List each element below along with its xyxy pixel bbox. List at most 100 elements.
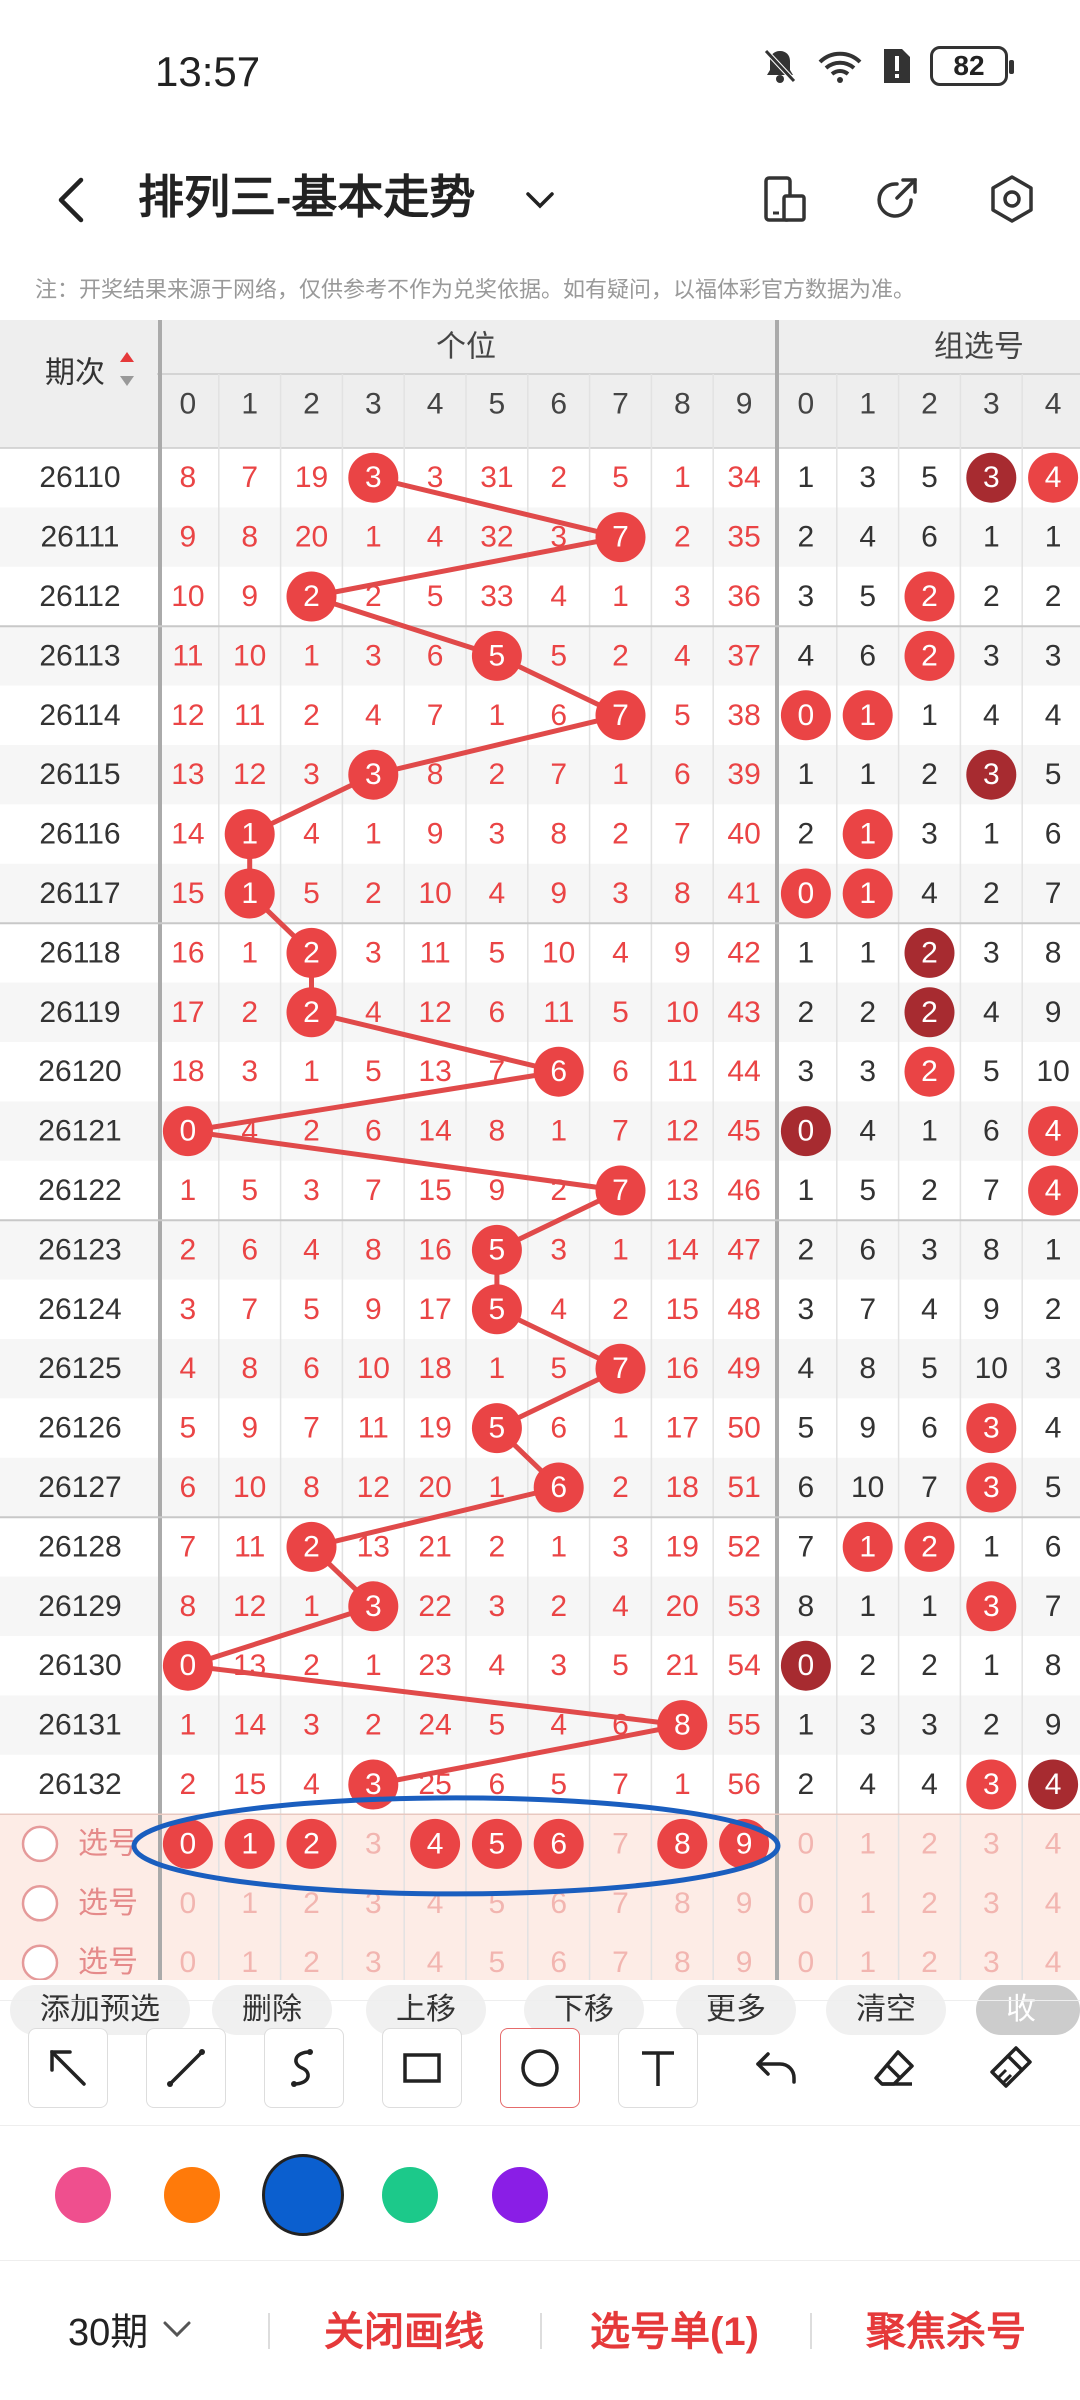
unit-miss-cell: 3 — [180, 1293, 197, 1326]
unit-miss-cell: 9 — [674, 936, 691, 969]
unit-hit-number: 1 — [241, 877, 258, 910]
page-title[interactable]: 排列三-基本走势 — [138, 162, 475, 232]
combo-cell: 9 — [983, 1293, 1000, 1326]
unit-miss-cell: 5 — [180, 1412, 197, 1445]
trend-chart-grid[interactable]: 期次个位 组选号0 1 2 3 4 5 6 7 8 9 0 1 2 3 426110 8 7 19 3 31 2 5 1 34 1… — [0, 320, 1080, 1980]
unit-miss-cell: 12 — [233, 758, 266, 791]
combo-hit-number: 3 — [983, 1471, 1000, 1504]
clear-drawing-button[interactable] — [970, 2028, 1050, 2108]
unit-miss-cell: 1 — [365, 1649, 382, 1682]
unit-miss-cell: 19 — [295, 461, 328, 494]
circle-tool-button[interactable] — [500, 2028, 580, 2108]
period-cell: 26112 — [39, 580, 120, 613]
swatch-blue-selected[interactable] — [262, 2154, 344, 2236]
period-selector[interactable]: 30期 — [68, 2301, 192, 2356]
unit-miss-cell: 9 — [241, 1412, 258, 1445]
unit-hit-number: 5 — [489, 1293, 506, 1326]
unit-miss-cell: 3 — [365, 936, 382, 969]
unit-miss-cell: 17 — [418, 1293, 451, 1326]
combo-cell: 8 — [859, 1352, 876, 1385]
swatch-purple[interactable] — [492, 2167, 548, 2223]
combo-cell: 6 — [1045, 1530, 1062, 1563]
unit-miss-cell: 6 — [303, 1352, 320, 1385]
unit-miss-cell: 47 — [727, 1233, 760, 1266]
eraser-button[interactable] — [854, 2028, 934, 2108]
undo-button[interactable] — [736, 2028, 816, 2108]
disclaimer-note: 注：开奖结果来源于网络，仅供参考不作为兑奖依据。如有疑问，以福体彩官方数据为准。 — [35, 277, 916, 302]
unit-miss-cell: 17 — [171, 996, 204, 1029]
unit-miss-cell: 2 — [550, 461, 567, 494]
unit-miss-cell: 2 — [612, 818, 629, 851]
combo-cell: 4 — [983, 996, 1000, 1029]
unit-miss-cell: 11 — [172, 639, 203, 672]
battery-level: 82 — [953, 50, 985, 81]
combo-cell: 10 — [1036, 1055, 1069, 1088]
select-row-checkbox[interactable] — [21, 1944, 59, 1980]
back-button[interactable] — [40, 160, 100, 240]
unit-miss-cell: 1 — [674, 461, 691, 494]
mute-bell-icon — [764, 49, 796, 83]
swatch-green[interactable] — [382, 2167, 438, 2223]
combo-hit-number: 2 — [921, 1055, 938, 1088]
swatch-orange[interactable] — [164, 2167, 220, 2223]
combo-cell: 4 — [1045, 699, 1062, 732]
unit-miss-cell: 3 — [612, 1530, 629, 1563]
combo-hit-number: 4 — [1045, 1174, 1062, 1207]
combo-cell: 7 — [1045, 877, 1062, 910]
select-combo-option: 1 — [859, 1946, 876, 1979]
rect-tool-button[interactable] — [382, 2028, 462, 2108]
settings-button[interactable] — [980, 167, 1044, 231]
unit-miss-cell: 4 — [489, 1649, 506, 1682]
unit-miss-cell: 1 — [612, 1412, 629, 1445]
unit-miss-cell: 38 — [727, 699, 760, 732]
unit-miss-cell: 50 — [727, 1412, 760, 1445]
phone-layout-icon — [764, 176, 806, 222]
unit-hit-number: 3 — [365, 1590, 382, 1623]
combo-cell: 1 — [798, 758, 815, 791]
layout-toggle-button[interactable] — [752, 167, 816, 231]
curve-tool-button[interactable] — [264, 2028, 344, 2108]
period-header: 期次 — [45, 357, 105, 390]
combo-hit-number: 2 — [921, 1530, 938, 1563]
select-digit-option: 7 — [612, 1827, 629, 1860]
unit-miss-cell: 7 — [612, 1768, 629, 1801]
combo-cell: 2 — [859, 996, 876, 1029]
combo-cell: 2 — [921, 1649, 938, 1682]
select-combo-option: 4 — [1045, 1946, 1062, 1979]
arrow-tool-button[interactable] — [28, 2028, 108, 2108]
unit-hit-number: 5 — [489, 1233, 506, 1266]
select-row-checkbox[interactable] — [21, 1825, 59, 1863]
select-digit-option: 1 — [241, 1887, 258, 1920]
period-cell: 26114 — [39, 699, 120, 732]
unit-miss-cell: 6 — [241, 1233, 258, 1266]
select-row-checkbox[interactable] — [21, 1885, 59, 1922]
combo-cell: 5 — [921, 1352, 938, 1385]
combo-cell: 10 — [975, 1352, 1008, 1385]
unit-miss-cell: 5 — [550, 1768, 567, 1801]
unit-miss-cell: 1 — [365, 521, 382, 554]
share-button[interactable] — [864, 167, 928, 231]
ticket-button[interactable]: 选号单(1) — [590, 2299, 759, 2357]
select-row-label: 选号 — [78, 1946, 138, 1979]
unit-miss-cell: 11 — [420, 936, 451, 969]
unit-miss-cell: 1 — [612, 758, 629, 791]
combo-cell: 8 — [1045, 1649, 1062, 1682]
title-dropdown-button[interactable] — [515, 170, 565, 230]
unit-miss-cell: 7 — [427, 699, 444, 732]
close-drawing-button[interactable]: 关闭画线 — [324, 2299, 484, 2357]
combo-cell: 2 — [983, 1709, 1000, 1742]
unit-miss-cell: 1 — [180, 1174, 197, 1207]
unit-miss-cell: 1 — [303, 639, 320, 672]
focus-kill-button[interactable]: 聚焦杀号 — [866, 2299, 1026, 2357]
drawing-toolbar — [0, 2000, 1080, 2125]
digit-header: 6 — [550, 388, 567, 421]
unit-miss-cell: 5 — [241, 1174, 258, 1207]
combo-cell: 1 — [1045, 521, 1062, 554]
line-tool-button[interactable] — [146, 2028, 226, 2108]
unit-miss-cell: 7 — [365, 1174, 382, 1207]
swatch-pink[interactable] — [55, 2167, 111, 2223]
unit-miss-cell: 16 — [171, 936, 204, 969]
divider — [810, 2313, 812, 2349]
text-tool-button[interactable] — [618, 2028, 698, 2108]
combo-hit-number: 3 — [983, 1412, 1000, 1445]
